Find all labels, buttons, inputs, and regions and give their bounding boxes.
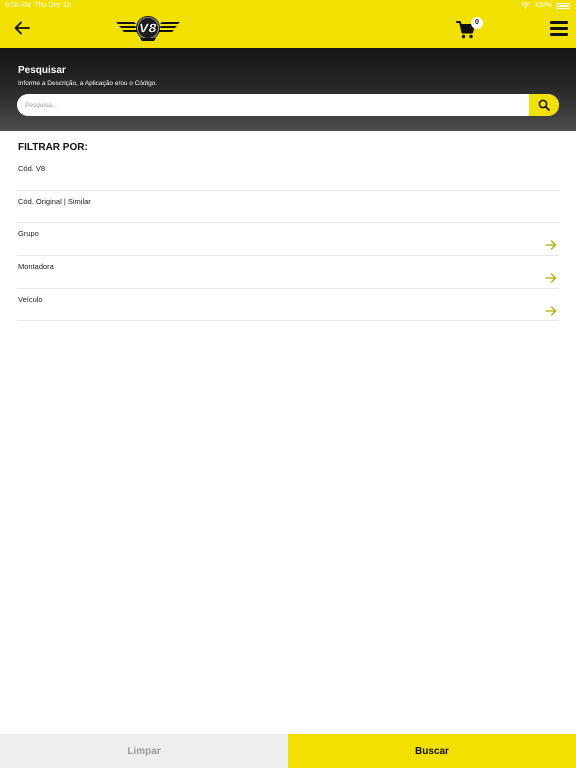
- arrow-right-icon: [545, 240, 557, 251]
- status-time: 9:38 AM: [5, 2, 31, 9]
- status-bar: 9:38 AM Thu Dec 10 100%: [0, 0, 576, 12]
- search-submit-button[interactable]: Buscar: [288, 734, 576, 768]
- filter-item-veiculo[interactable]: Veículo: [17, 289, 559, 322]
- filter-item-grupo[interactable]: Grupo: [17, 223, 559, 257]
- filter-item-label: Grupo: [18, 229, 39, 239]
- arrow-right-icon: [545, 273, 557, 283]
- status-right-group: 100%: [521, 2, 570, 9]
- filter-title: FILTRAR POR:: [18, 142, 88, 153]
- filter-item-montadora[interactable]: Montadora: [17, 256, 559, 289]
- hamburger-menu-icon-line-1: [550, 21, 568, 24]
- filter-item-cod-v8[interactable]: Cód. V8: [17, 158, 559, 191]
- filter-item-cod-original[interactable]: Cód. Original | Similar: [17, 191, 559, 224]
- filter-item-label: Montadora: [18, 262, 54, 272]
- hamburger-menu-icon-line-3: [550, 33, 568, 36]
- menu-button[interactable]: [548, 18, 570, 38]
- app-screen: 9:38 AM Thu Dec 10 100% V8 0 Pesquisar I…: [0, 0, 576, 768]
- search-box: [17, 94, 559, 116]
- battery-icon: [556, 2, 570, 9]
- search-header: Pesquisar Informe a Descrição, a Aplicaç…: [0, 48, 576, 131]
- search-title: Pesquisar: [18, 65, 66, 76]
- bottom-action-bar: Limpar Buscar: [0, 734, 576, 768]
- v8-logo[interactable]: V8: [114, 13, 182, 45]
- cart-button[interactable]: 0: [456, 17, 484, 42]
- hamburger-menu-icon-line-2: [550, 27, 568, 30]
- battery-percent: 100%: [534, 2, 552, 9]
- search-input[interactable]: [17, 94, 529, 116]
- filter-list: Cód. V8 Cód. Original | Similar Grupo Mo…: [17, 158, 559, 322]
- logo-text: V8: [139, 22, 157, 36]
- filter-item-label: Cód. V8: [18, 164, 46, 173]
- search-icon: [538, 99, 550, 111]
- clear-button[interactable]: Limpar: [0, 734, 288, 768]
- back-button[interactable]: [10, 18, 34, 38]
- filter-item-label: Veículo: [18, 294, 43, 304]
- v8-logo-image: V8: [116, 16, 180, 41]
- arrow-right-icon: [545, 306, 557, 316]
- cart-count-badge: 0: [471, 17, 483, 29]
- arrow-left-icon: [14, 21, 30, 35]
- search-button[interactable]: [529, 94, 559, 116]
- filter-item-label: Cód. Original | Similar: [18, 196, 91, 206]
- status-date: Thu Dec 10: [34, 2, 71, 9]
- wifi-icon: [521, 2, 531, 9]
- search-subtitle: Informe a Descrição, a Aplicação e/ou o …: [18, 80, 158, 87]
- status-time-date: 9:38 AM Thu Dec 10: [5, 2, 71, 9]
